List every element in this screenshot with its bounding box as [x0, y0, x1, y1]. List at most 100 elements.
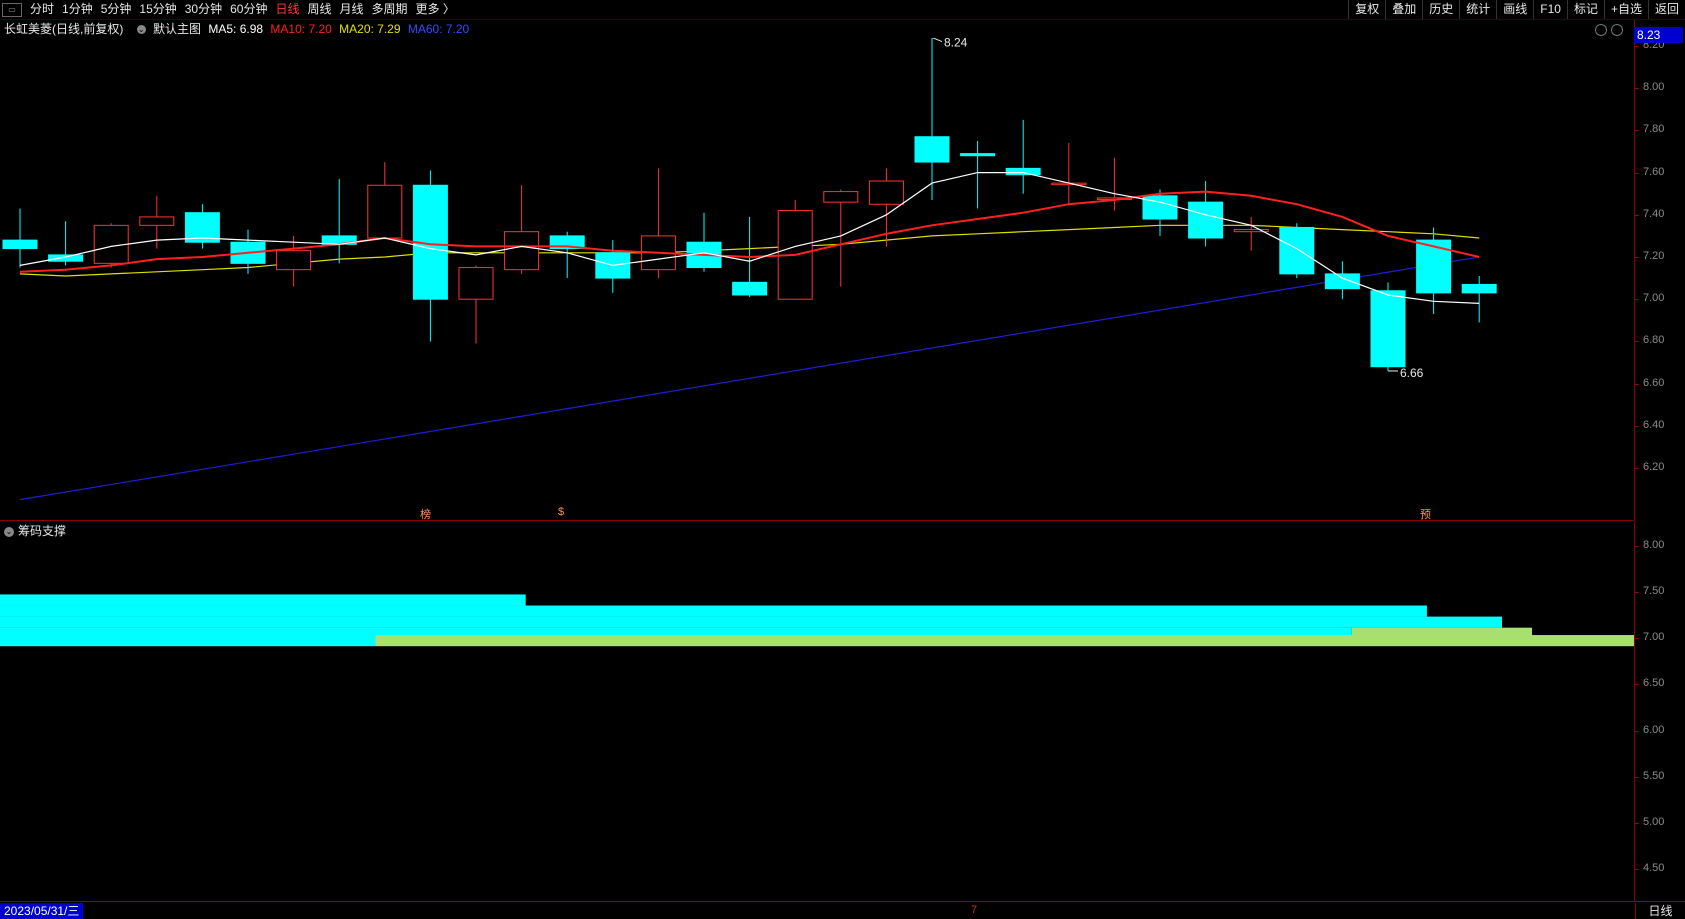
period-tab-8[interactable]: 月线 [336, 0, 368, 19]
candle [914, 38, 950, 201]
chip-loss-bar [375, 635, 1634, 647]
period-tab-0[interactable]: 分时 [26, 0, 58, 19]
window-icon[interactable]: ▭ [2, 3, 22, 17]
chip-distribution-chart[interactable] [0, 540, 1634, 900]
candle [1461, 275, 1497, 323]
candle [1142, 189, 1178, 236]
candle [184, 204, 220, 249]
candle [1096, 157, 1132, 211]
price-axis-label: 8.00 [1643, 81, 1665, 94]
chip-row [0, 605, 1427, 617]
period-tab-1[interactable]: 1分钟 [58, 0, 97, 19]
chevron-down-icon[interactable]: ⌄ [136, 25, 146, 35]
tool-button-6[interactable]: 标记 [1566, 0, 1604, 19]
candle-body [868, 180, 904, 205]
candle-body [276, 250, 312, 271]
price-axis-label: 6.40 [1643, 418, 1665, 431]
candle [1370, 282, 1406, 371]
bottom-bar: 2023/05/31/三 7 日线 [0, 901, 1685, 919]
chip-axis-label: 5.50 [1643, 769, 1665, 782]
chip-row [0, 635, 1634, 647]
tool-button-1[interactable]: 叠加 [1385, 0, 1422, 19]
high-pointer [931, 38, 943, 43]
tool-buttons: 复权 叠加 历史 统计 画线 F10 标记 +自选 返回 [1348, 0, 1685, 19]
candle-body [1416, 239, 1452, 294]
price-axis-label: 6.20 [1643, 461, 1665, 473]
period-tab-6[interactable]: 日线 [271, 0, 303, 19]
candle [1051, 143, 1087, 205]
price-axis-label: 7.60 [1643, 165, 1665, 178]
stock-name[interactable]: 长虹美菱(日线,前复权) [4, 22, 123, 36]
candle [1005, 119, 1041, 194]
tool-button-8[interactable]: 返回 [1647, 0, 1685, 19]
period-tab-7[interactable]: 周线 [303, 0, 335, 19]
template-name[interactable]: 默认主图 [153, 22, 201, 36]
tool-button-5[interactable]: F10 [1533, 0, 1567, 19]
price-axis-label: 6.60 [1643, 376, 1665, 389]
candle-body [1461, 283, 1497, 294]
period-tab-5[interactable]: 60分钟 [226, 0, 271, 19]
axis-tick [1635, 341, 1639, 343]
chip-row [0, 594, 526, 606]
ma10-value: MA10: 7.20 [270, 22, 332, 36]
price-axis-label: 7.40 [1643, 207, 1665, 220]
chevron-down-icon[interactable]: ⌄ [4, 526, 14, 537]
period-tab-2[interactable]: 5分钟 [97, 0, 136, 19]
candle-body [504, 231, 540, 271]
candle-body [48, 254, 84, 262]
chip-profit-bar [0, 635, 376, 647]
axis-tick [1635, 822, 1639, 824]
price-axis-label: 7.20 [1643, 250, 1665, 262]
axis-tick [1635, 425, 1639, 427]
candle [367, 162, 403, 239]
minimize-icon[interactable] [1595, 24, 1607, 36]
indicator-info-bar: 长虹美菱(日线,前复权) ⌄ 默认主图 MA5: 6.98 MA10: 7.20… [0, 20, 1630, 38]
sub-panel-title[interactable]: ⌄ 筹码支撑 [4, 523, 66, 539]
chip-profit-bar [0, 594, 526, 606]
candle-body [1142, 195, 1178, 220]
axis-tick [1635, 730, 1639, 732]
price-axis-label: 7.80 [1643, 123, 1665, 136]
chip-axis-label: 7.50 [1643, 585, 1665, 598]
candle [686, 212, 722, 272]
period-label[interactable]: 日线 [1635, 903, 1685, 919]
axis-tick [1635, 172, 1639, 174]
candle [2, 208, 38, 268]
candle [1324, 261, 1360, 300]
ma60-value: MA60: 7.20 [407, 22, 470, 36]
axis-tick [1635, 468, 1639, 469]
chip-profit-bar [0, 605, 1427, 617]
panel-divider [0, 520, 1634, 521]
candle-body [367, 184, 403, 239]
candle [504, 185, 540, 274]
tool-button-0[interactable]: 复权 [1348, 0, 1385, 19]
tool-button-7[interactable]: +自选 [1603, 0, 1648, 19]
candle-body [458, 267, 494, 300]
tool-button-2[interactable]: 历史 [1422, 0, 1459, 19]
chip-axis-label: 4.50 [1643, 862, 1665, 874]
axis-tick [1635, 684, 1639, 686]
month-tick: 7 [971, 904, 978, 916]
period-tab-4[interactable]: 30分钟 [181, 0, 226, 19]
axis-tick [1635, 546, 1639, 547]
period-tab-10[interactable]: 更多 〉 [412, 0, 459, 19]
panel-controls [1595, 24, 1623, 36]
chip-axis-label: 6.00 [1643, 723, 1665, 736]
sub-panel-title-text: 筹码支撑 [18, 524, 67, 538]
marker-dollar[interactable]: $ [558, 506, 564, 518]
axis-tick [1635, 88, 1639, 90]
candlestick-chart[interactable]: 8.24 6.66 [0, 38, 1634, 520]
tool-button-3[interactable]: 统计 [1459, 0, 1496, 19]
axis-tick [1635, 383, 1639, 385]
candle [458, 265, 494, 344]
period-tab-9[interactable]: 多周期 [368, 0, 412, 19]
cursor-date: 2023/05/31/三 [0, 903, 84, 919]
period-tab-3[interactable]: 15分钟 [135, 0, 180, 19]
axis-tick [1635, 592, 1639, 594]
price-axis-label: 7.00 [1643, 292, 1665, 305]
tool-button-4[interactable]: 画线 [1496, 0, 1533, 19]
candle-body [1370, 290, 1406, 368]
close-icon[interactable] [1611, 24, 1623, 36]
axis-tick [1635, 638, 1639, 640]
candle-body [2, 239, 38, 250]
